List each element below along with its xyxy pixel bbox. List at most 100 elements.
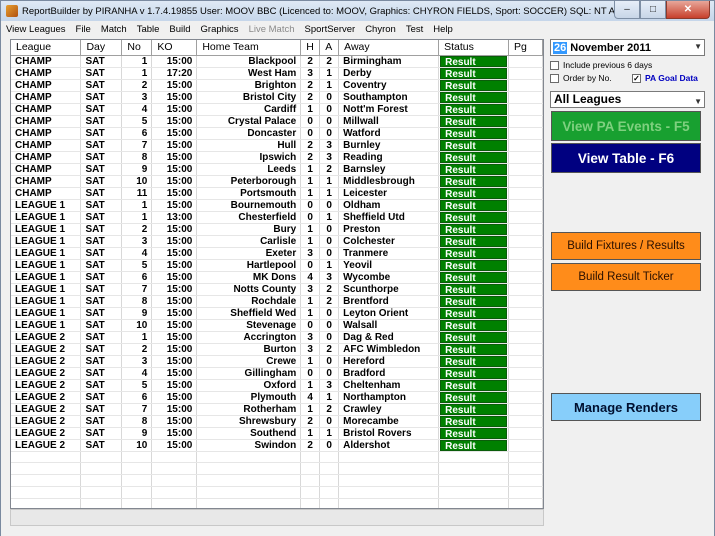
table-row[interactable]: LEAGUE 2 SAT 6 15:00 Plymouth 4 1 Northampton Re…	[11, 391, 543, 404]
column-header-status[interactable]: Status	[438, 40, 509, 56]
pa-goal-data-option[interactable]: ✓ PA Goal Data	[632, 73, 698, 83]
status-result-button[interactable]: Result	[440, 151, 507, 162]
status-result-button[interactable]: Result	[440, 139, 507, 150]
status-result-button[interactable]: Result	[440, 55, 507, 66]
include-prev-days-checkbox[interactable]	[550, 60, 559, 70]
status-result-button[interactable]: Result	[440, 235, 507, 246]
status-result-button[interactable]: Result	[440, 319, 507, 330]
table-row[interactable]: LEAGUE 2 SAT 2 15:00 Burton 3 2 AFC Wimbledon Re…	[11, 343, 543, 356]
status-result-button[interactable]: Result	[440, 127, 507, 138]
table-row[interactable]: LEAGUE 2 SAT 7 15:00 Rotherham 1 2 Crawley Resul…	[11, 403, 543, 416]
build-fixtures-results-button[interactable]: Build Fixtures / Results	[551, 232, 701, 260]
view-table-button[interactable]: View Table - F6	[551, 143, 701, 173]
status-result-button[interactable]: Result	[440, 199, 507, 210]
status-result-button[interactable]: Result	[440, 103, 507, 114]
table-row[interactable]: CHAMP SAT 1 15:00 Blackpool 2 2 Birmingham Resul…	[11, 55, 543, 68]
menu-item-file[interactable]: File	[71, 24, 96, 35]
fixtures-grid[interactable]: League Day No KO Home Team H A Away Status Pg CHA…	[10, 39, 544, 509]
status-result-button[interactable]: Result	[440, 247, 507, 258]
table-row[interactable]: CHAMP SAT 10 15:00 Peterborough 1 1 Middlesbrou…	[11, 175, 543, 188]
status-result-button[interactable]: Result	[440, 79, 507, 90]
date-picker[interactable]: 26 November 2011 ▼	[550, 39, 705, 56]
column-header-day[interactable]: Day	[80, 40, 123, 56]
column-header-away-score[interactable]: A	[319, 40, 340, 56]
column-header-home-team[interactable]: Home Team	[196, 40, 302, 56]
status-result-button[interactable]: Result	[440, 439, 507, 450]
status-result-button[interactable]: Result	[440, 91, 507, 102]
title-bar[interactable]: ReportBuilder by PIRANHA v 1.7.4.19855 U…	[1, 1, 714, 21]
menu-item-chyron[interactable]: Chyron	[360, 24, 401, 35]
menu-item-table[interactable]: Table	[132, 24, 165, 35]
table-row[interactable]: CHAMP SAT 4 15:00 Cardiff 1 0 Nott'm Forest Resu…	[11, 103, 543, 116]
menu-item-match[interactable]: Match	[96, 24, 132, 35]
status-result-button[interactable]: Result	[440, 223, 507, 234]
status-result-button[interactable]: Result	[440, 379, 507, 390]
table-row[interactable]: LEAGUE 1 SAT 8 15:00 Rochdale 1 2 Brentford Resu…	[11, 295, 543, 308]
status-result-button[interactable]: Result	[440, 391, 507, 402]
status-result-button[interactable]: Result	[440, 331, 507, 342]
close-button[interactable]: ✕	[666, 1, 710, 19]
table-row[interactable]: LEAGUE 2 SAT 4 15:00 Gillingham 0 0 Bradford Res…	[11, 367, 543, 380]
status-result-button[interactable]: Result	[440, 163, 507, 174]
date-day[interactable]: 26	[553, 41, 568, 54]
status-result-button[interactable]: Result	[440, 415, 507, 426]
column-header-away[interactable]: Away	[338, 40, 440, 56]
table-row[interactable]: LEAGUE 2 SAT 3 15:00 Crewe 1 0 Hereford Result	[11, 355, 543, 368]
manage-renders-button[interactable]: Manage Renders	[551, 393, 701, 421]
table-row[interactable]: LEAGUE 1 SAT 4 15:00 Exeter 3 0 Tranmere Result	[11, 247, 543, 260]
table-row[interactable]: LEAGUE 1 SAT 1 13:00 Chesterfield 0 1 Sheffield…	[11, 211, 543, 224]
column-header-no[interactable]: No	[121, 40, 153, 56]
status-result-button[interactable]: Result	[440, 259, 507, 270]
maximize-button[interactable]: □	[640, 1, 666, 19]
table-row[interactable]: LEAGUE 2 SAT 10 15:00 Swindon 2 0 Aldershot Resu…	[11, 439, 543, 452]
table-row[interactable]: LEAGUE 1 SAT 9 15:00 Sheffield Wed 1 0 Leyton O…	[11, 307, 543, 320]
table-row[interactable]: CHAMP SAT 7 15:00 Hull 2 3 Burnley Result	[11, 139, 543, 152]
status-result-button[interactable]: Result	[440, 367, 507, 378]
build-result-ticker-button[interactable]: Build Result Ticker	[551, 263, 701, 291]
horizontal-scrollbar[interactable]	[10, 509, 544, 526]
menu-item-test[interactable]: Test	[401, 24, 428, 35]
table-row[interactable]: CHAMP SAT 9 15:00 Leeds 1 2 Barnsley Result	[11, 163, 543, 176]
column-header-ko[interactable]: KO	[151, 40, 198, 56]
table-row[interactable]: LEAGUE 1 SAT 1 15:00 Bournemouth 0 0 Oldham Resu…	[11, 199, 543, 212]
order-by-no-option[interactable]: Order by No.	[550, 73, 612, 83]
status-result-button[interactable]: Result	[440, 187, 507, 198]
table-row[interactable]: LEAGUE 1 SAT 2 15:00 Bury 1 0 Preston Result	[11, 223, 543, 236]
table-row[interactable]: LEAGUE 1 SAT 5 15:00 Hartlepool 0 1 Yeovil Resul…	[11, 259, 543, 272]
status-result-button[interactable]: Result	[440, 115, 507, 126]
status-result-button[interactable]: Result	[440, 283, 507, 294]
pa-goal-data-checkbox[interactable]: ✓	[632, 73, 641, 83]
table-row[interactable]: CHAMP SAT 8 15:00 Ipswich 2 3 Reading Result	[11, 151, 543, 164]
table-row[interactable]: CHAMP SAT 1 17:20 West Ham 3 1 Derby Result	[11, 67, 543, 80]
status-result-button[interactable]: Result	[440, 307, 507, 318]
column-header-pg[interactable]: Pg	[508, 40, 543, 56]
table-row[interactable]: CHAMP SAT 6 15:00 Doncaster 0 0 Watford Result	[11, 127, 543, 140]
status-result-button[interactable]: Result	[440, 343, 507, 354]
table-row[interactable]: CHAMP SAT 3 15:00 Bristol City 2 0 Southampton R…	[11, 91, 543, 104]
status-result-button[interactable]: Result	[440, 271, 507, 282]
column-header-league[interactable]: League	[11, 40, 82, 56]
table-row[interactable]: LEAGUE 1 SAT 3 15:00 Carlisle 1 0 Colchester Res…	[11, 235, 543, 248]
minimize-button[interactable]: –	[614, 1, 640, 19]
chevron-down-icon[interactable]: ▼	[694, 42, 702, 51]
status-result-button[interactable]: Result	[440, 175, 507, 186]
include-prev-days-option[interactable]: Include previous 6 days	[550, 60, 652, 70]
table-row[interactable]: LEAGUE 2 SAT 8 15:00 Shrewsbury 2 0 Morecambe Re…	[11, 415, 543, 428]
status-result-button[interactable]: Result	[440, 427, 507, 438]
table-row[interactable]: LEAGUE 2 SAT 9 15:00 Southend 1 1 Bristol Rover…	[11, 427, 543, 440]
menu-item-sportserver[interactable]: SportServer	[300, 24, 361, 35]
view-pa-events-button[interactable]: View PA Events - F5	[551, 111, 701, 141]
order-by-no-checkbox[interactable]	[550, 73, 559, 83]
status-result-button[interactable]: Result	[440, 403, 507, 414]
table-row[interactable]: CHAMP SAT 2 15:00 Brighton 2 1 Coventry Result	[11, 79, 543, 92]
menu-item-graphics[interactable]: Graphics	[196, 24, 244, 35]
table-row[interactable]: LEAGUE 1 SAT 10 15:00 Stevenage 0 0 Walsall Resu…	[11, 319, 543, 332]
status-result-button[interactable]: Result	[440, 355, 507, 366]
column-header-home-score[interactable]: H	[300, 40, 321, 56]
table-row[interactable]: LEAGUE 2 SAT 1 15:00 Accrington 3 0 Dag & Red Re…	[11, 331, 543, 344]
table-row[interactable]: CHAMP SAT 11 15:00 Portsmouth 1 1 Leicester Resu…	[11, 187, 543, 200]
league-select[interactable]: All Leagues ▼	[550, 91, 705, 108]
table-row[interactable]: LEAGUE 1 SAT 6 15:00 MK Dons 4 3 Wycombe Result	[11, 271, 543, 284]
chevron-down-icon[interactable]: ▼	[694, 94, 702, 109]
menu-item-build[interactable]: Build	[164, 24, 195, 35]
